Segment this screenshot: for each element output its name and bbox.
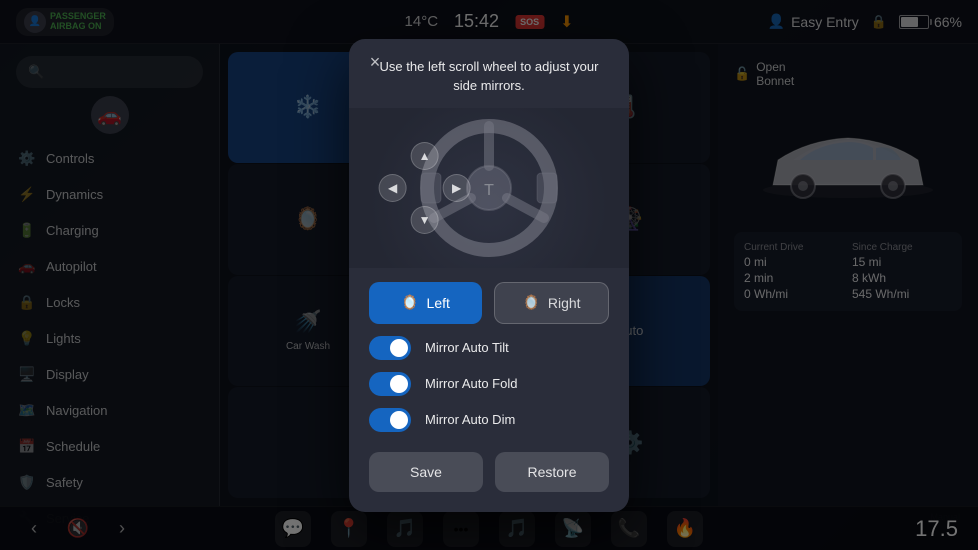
arrow-down-button[interactable]: ▼: [411, 206, 439, 234]
action-buttons: Save Restore: [349, 438, 629, 492]
mirror-modal: × Use the left scroll wheel to adjust yo…: [349, 39, 629, 512]
direction-arrows: ▲ ◀ ▶ ▼: [379, 142, 471, 234]
left-mirror-icon: 🪞: [401, 294, 418, 311]
auto-tilt-row: Mirror Auto Tilt: [349, 330, 629, 366]
modal-close-button[interactable]: ×: [363, 51, 387, 75]
mirror-toggles: 🪞 Left 🪞 Right: [349, 282, 629, 324]
auto-dim-label: Mirror Auto Dim: [425, 412, 515, 427]
auto-dim-row: Mirror Auto Dim: [349, 402, 629, 438]
auto-tilt-label: Mirror Auto Tilt: [425, 340, 509, 355]
arrow-right-button[interactable]: ▶: [443, 174, 471, 202]
auto-fold-toggle[interactable]: [369, 372, 411, 396]
save-button[interactable]: Save: [369, 452, 483, 492]
auto-dim-toggle[interactable]: [369, 408, 411, 432]
right-mirror-icon: 🪞: [522, 294, 539, 311]
restore-button[interactable]: Restore: [495, 452, 609, 492]
auto-fold-label: Mirror Auto Fold: [425, 376, 517, 391]
left-mirror-button[interactable]: 🪞 Left: [369, 282, 482, 324]
close-icon: ×: [370, 52, 381, 73]
auto-fold-row: Mirror Auto Fold: [349, 366, 629, 402]
auto-tilt-toggle[interactable]: [369, 336, 411, 360]
arrow-left-button[interactable]: ◀: [379, 174, 407, 202]
left-mirror-label: Left: [427, 295, 450, 311]
svg-text:T: T: [484, 182, 494, 199]
steering-area: ▲ ◀ ▶ ▼ T: [349, 108, 629, 268]
right-mirror-label: Right: [548, 295, 581, 311]
modal-header-text: Use the left scroll wheel to adjust your…: [349, 39, 629, 108]
arrow-up-button[interactable]: ▲: [411, 142, 439, 170]
modal-overlay: × Use the left scroll wheel to adjust yo…: [0, 0, 978, 550]
right-mirror-button[interactable]: 🪞 Right: [494, 282, 609, 324]
